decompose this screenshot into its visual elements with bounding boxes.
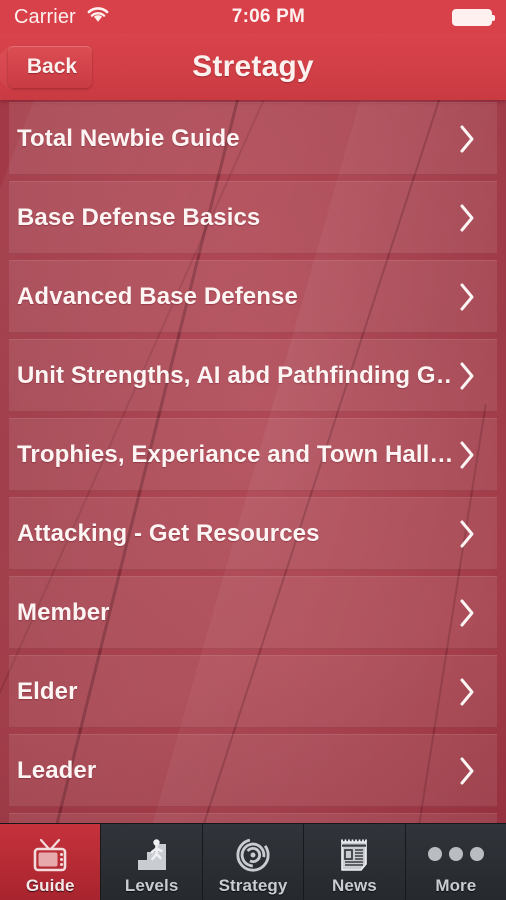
status-bar: Carrier 7:06 PM	[0, 0, 506, 34]
dot	[448, 846, 463, 861]
tab-news-label: News	[332, 875, 377, 895]
dot	[427, 846, 442, 861]
list-item-label: Trophies, Experiance and Town Hall…	[17, 440, 451, 468]
battery-full-icon	[452, 8, 495, 26]
list-item-label: Total Newbie Guide	[17, 124, 240, 152]
list-item-label: Advanced Base Defense	[17, 282, 298, 310]
list-item-label: Leader	[17, 756, 97, 784]
tab-strategy-label: Strategy	[218, 875, 288, 895]
tab-bar: Guide Levels Strategy News More	[0, 823, 506, 900]
stairs-climbing-icon	[132, 835, 172, 873]
strategy-list[interactable]: Total Newbie Guide Base Defense Basics A…	[0, 100, 506, 823]
tab-levels-label: Levels	[124, 875, 179, 895]
tab-strategy[interactable]: Strategy	[202, 824, 305, 900]
content-area: Total Newbie Guide Base Defense Basics A…	[0, 100, 506, 823]
chevron-right-icon	[451, 596, 485, 630]
three-dots-icon	[427, 835, 484, 873]
navigation-bar: Stretagy Back	[0, 34, 506, 100]
dot	[469, 846, 484, 861]
back-button[interactable]: Back	[8, 46, 92, 88]
list-item[interactable]	[9, 813, 497, 823]
list-item[interactable]: Attacking - Get Resources	[9, 497, 497, 570]
chevron-right-icon	[451, 517, 485, 551]
list-item-label: Attacking - Get Resources	[17, 519, 320, 547]
maze-spiral-icon	[234, 835, 272, 873]
chevron-right-icon	[451, 201, 485, 235]
chevron-right-icon	[451, 754, 485, 788]
tab-guide-label: Guide	[25, 875, 75, 895]
back-button-label: Back	[26, 55, 78, 78]
list-item[interactable]: Leader	[9, 734, 497, 807]
chevron-right-icon	[451, 122, 485, 156]
newspaper-icon	[336, 835, 372, 873]
list-item[interactable]: Member	[9, 576, 497, 649]
list-item[interactable]: Trophies, Experiance and Town Hall…	[9, 418, 497, 491]
list-item[interactable]: Advanced Base Defense	[9, 260, 497, 333]
chevron-right-icon	[451, 359, 485, 393]
chevron-right-icon	[451, 438, 485, 472]
list-item[interactable]: Base Defense Basics	[9, 181, 497, 254]
carrier-label: Carrier	[14, 5, 76, 28]
status-bar-right	[452, 8, 495, 26]
tab-more-label: More	[435, 875, 477, 895]
list-item-label: Elder	[17, 677, 78, 705]
tab-levels[interactable]: Levels	[101, 824, 203, 900]
list-item-label: Base Defense Basics	[17, 203, 261, 231]
clock-label: 7:06 PM	[231, 6, 306, 27]
list-item[interactable]: Elder	[9, 655, 497, 728]
chevron-right-icon	[451, 280, 485, 314]
tab-more[interactable]: More	[405, 824, 506, 900]
list-item-label: Unit Strengths, AI abd Pathfinding G…	[17, 361, 451, 389]
chevron-right-icon	[451, 675, 485, 709]
app-screen: Carrier 7:06 PM Stretagy Back Total Newb…	[0, 0, 506, 900]
television-icon	[30, 835, 70, 873]
list-item[interactable]: Unit Strengths, AI abd Pathfinding G…	[9, 339, 497, 412]
tab-news[interactable]: News	[304, 824, 406, 900]
tab-guide[interactable]: Guide	[0, 824, 102, 900]
list-item[interactable]: Total Newbie Guide	[9, 102, 497, 175]
list-item-label: Member	[17, 598, 110, 626]
